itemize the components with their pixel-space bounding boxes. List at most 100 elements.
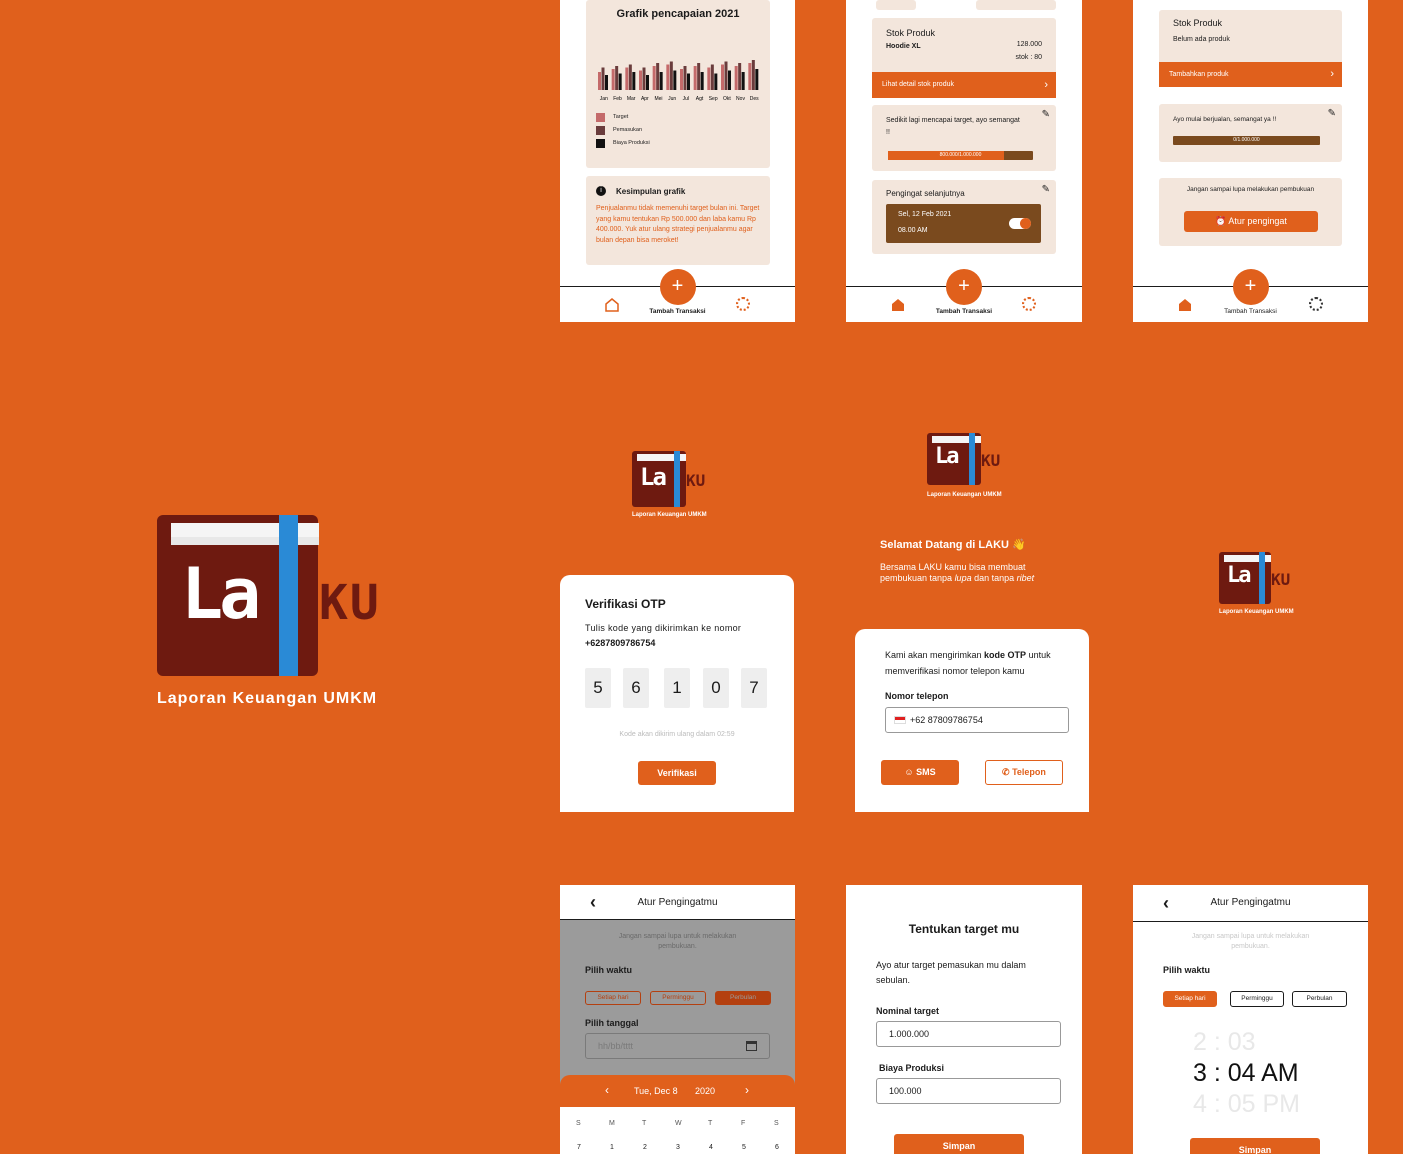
alarm-icon: ⏰ (1215, 216, 1229, 226)
sms-button[interactable]: ☺ SMS (881, 760, 959, 785)
chip-weekly[interactable]: Perminggu (650, 991, 706, 1005)
edit-icon[interactable]: ✎ (1328, 108, 1336, 119)
chip-monthly[interactable]: Perbulan (1292, 991, 1347, 1007)
calendar-day[interactable]: 7 (577, 1144, 581, 1151)
otp-digit-4[interactable]: 0 (703, 668, 729, 708)
next-month-icon[interactable]: › (745, 1083, 749, 1097)
edit-icon[interactable]: ✎ (1042, 184, 1050, 195)
subtitle-line-1: Bersama LAKU kamu bisa membuat (880, 562, 1026, 572)
x-tick-label: Nov (736, 96, 745, 102)
calendar-day[interactable]: 3 (676, 1144, 680, 1151)
chevron-right-icon: › (1330, 68, 1334, 80)
chart-card: Grafik pencapaian 2021 Jan Feb Mar Apr Mei Ju… (586, 0, 770, 168)
stock-title: Stok Produk (886, 28, 936, 38)
set-reminder-button[interactable]: ⏰ Atur pengingat (1184, 211, 1318, 232)
calendar-icon[interactable] (746, 1041, 757, 1051)
bar-pemasukan-mar (628, 64, 632, 90)
time-current[interactable]: 3 : 04 AM (1193, 1059, 1299, 1088)
verify-button[interactable]: Verifikasi (638, 761, 716, 785)
cost-input[interactable]: 100.000 (876, 1078, 1061, 1104)
calendar-day[interactable]: 1 (610, 1144, 614, 1151)
cost-label: Biaya Produksi (879, 1063, 945, 1073)
logo-la: La (181, 553, 261, 635)
reminder-toggle[interactable] (1009, 218, 1031, 229)
screen-reminder-date: ‹ Atur Pengingatmu Jangan sampai lupa un… (560, 885, 795, 1154)
add-transaction-button[interactable]: + (1232, 269, 1269, 305)
settings-icon[interactable] (736, 297, 750, 311)
otp-digit-5[interactable]: 7 (741, 668, 767, 708)
bar-biaya-produksi-sep (714, 73, 718, 90)
progress-text: 0/1.000.000 (1233, 137, 1260, 143)
chip-weekly[interactable]: Perminggu (1230, 991, 1284, 1007)
otp-card: Verifikasi OTP Tulis kode yang dikirimka… (560, 575, 794, 812)
chip-daily[interactable]: Setiap hari (585, 991, 641, 1005)
add-transaction-button[interactable]: + (946, 269, 982, 305)
nominal-input[interactable]: 1.000.000 (876, 1021, 1061, 1047)
bar-biaya-produksi-mei (659, 72, 663, 90)
login-card: Kami akan mengirimkan kode OTP untuk mem… (855, 629, 1089, 812)
target-progress: 800.000/1.000.000 (888, 151, 1033, 160)
calendar-date: Tue, Dec 8 (634, 1086, 678, 1096)
time-prev[interactable]: 2 : 03 (1193, 1028, 1256, 1057)
target-desc: Ayo atur target pemasukan mu dalam sebul… (876, 960, 1026, 985)
bar-biaya-produksi-feb (618, 73, 622, 90)
screen-home: Stok Produk Hoodie XL 128.000 stok : 80 … (846, 0, 1082, 322)
date-label: Pilih tanggal (585, 1018, 639, 1028)
time-next[interactable]: 4 : 05 PM (1193, 1090, 1300, 1119)
otp-digit-3[interactable]: 1 (664, 668, 690, 708)
add-transaction-button[interactable]: + (659, 269, 696, 305)
chart-legend: Target Pemasukan Biaya Produksi (596, 113, 650, 152)
edit-icon[interactable]: ✎ (1042, 109, 1050, 120)
flag-icon (894, 716, 906, 724)
small-logo: La KU Laporan Keuangan UMKM (632, 451, 732, 521)
bar-target-jul (680, 69, 683, 90)
hint-text: Jangan sampai lupa untuk melakukan pembu… (1191, 933, 1310, 950)
reminder-card: Jangan sampai lupa melakukan pembukuan ⏰… (1159, 178, 1342, 246)
save-button[interactable]: Simpan (894, 1134, 1024, 1154)
calendar-day[interactable]: 2 (643, 1144, 647, 1151)
progress-text: 800.000/1.000.000 (939, 152, 982, 158)
phone-input[interactable]: +62 87809786754 (885, 707, 1069, 733)
chip-daily[interactable]: Setiap hari (1163, 991, 1217, 1007)
x-tick-label: Mar (627, 96, 636, 102)
summary-title: Kesimpulan grafik (616, 187, 686, 196)
home-icon[interactable] (1177, 297, 1193, 313)
x-tick-label: Apr (641, 96, 649, 102)
add-product-button[interactable]: Tambahkan produk › (1159, 62, 1342, 87)
save-button[interactable]: Simpan (1190, 1138, 1320, 1154)
reminder-time: 08.00 AM (898, 227, 928, 234)
target-card: Ayo mulai berjualan, semangat ya !! ✎ 0/… (1159, 104, 1342, 162)
x-tick-label: Des (750, 96, 759, 102)
logo-ku: KU (319, 575, 381, 631)
home-icon[interactable] (890, 297, 906, 313)
bar-target-agt (693, 66, 697, 90)
stock-card: Stok Produk Hoodie XL 128.000 stok : 80 … (872, 18, 1056, 98)
settings-icon[interactable] (1022, 297, 1036, 311)
time-label: Pilih waktu (1163, 965, 1211, 975)
settings-icon[interactable] (1309, 297, 1323, 311)
call-button[interactable]: ✆ Telepon (985, 760, 1063, 785)
stock-card: Stok Produk Belum ada produk Tambahkan p… (1159, 10, 1342, 87)
prev-month-icon[interactable]: ‹ (605, 1083, 609, 1097)
stock-title: Stok Produk (1173, 18, 1223, 28)
target-progress: 0/1.000.000 (1173, 136, 1320, 145)
target-message: Sedikit lagi mencapai target, ayo semang… (886, 117, 1020, 136)
chip-monthly[interactable]: Perbulan (715, 991, 771, 1005)
summary-card: i Kesimpulan grafik Penjualanmu tidak me… (586, 176, 770, 265)
date-input[interactable]: hh/bb/tttt (585, 1033, 770, 1059)
reminder-box: Sel, 12 Feb 2021 08.00 AM (886, 204, 1041, 243)
calendar-day[interactable]: 6 (775, 1144, 779, 1151)
home-icon[interactable] (604, 297, 620, 313)
bar-target-mei (652, 66, 656, 90)
otp-digit-2[interactable]: 6 (623, 668, 649, 708)
logo-tagline: Laporan Keuangan UMKM (632, 512, 707, 518)
chevron-right-icon: › (1044, 79, 1048, 91)
x-tick-label: Jun (668, 96, 676, 102)
calendar-day[interactable]: 5 (742, 1144, 746, 1151)
stock-detail-link[interactable]: Lihat detail stok produk › (872, 72, 1056, 98)
calendar-day[interactable]: 4 (709, 1144, 713, 1151)
reminder-card: Pengingat selanjutnya ✎ Sel, 12 Feb 2021… (872, 180, 1056, 254)
screen-welcome: La KU Laporan Keuangan UMKM Selamat Data… (855, 395, 1089, 812)
otp-digit-1[interactable]: 5 (585, 668, 611, 708)
sms-label: SMS (916, 767, 936, 777)
